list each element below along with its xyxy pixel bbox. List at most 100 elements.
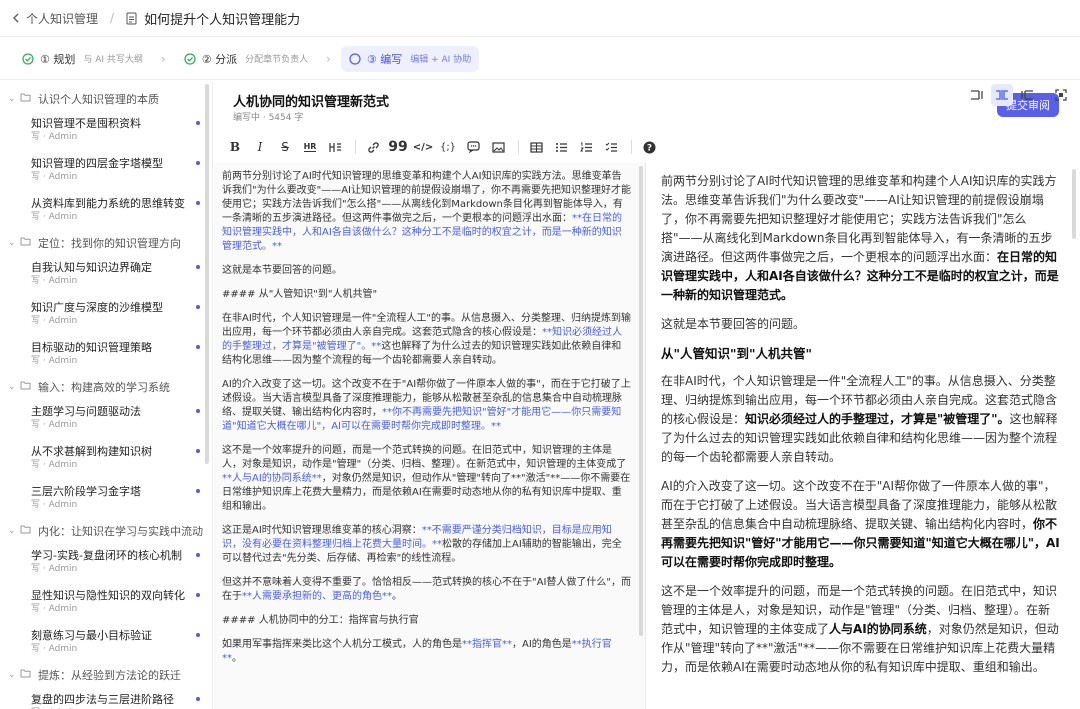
editor-text: 前两节分别讨论了AI时代知识管理的思维变革和构建个人AI知识库的实践方法。思维变… [222, 171, 631, 224]
chevron-down-icon[interactable]: ⌄ [8, 526, 20, 536]
preview-bold-text: 人与AI的协同系统 [829, 622, 927, 636]
preview-text: AI的介入改变了这一切。这个改变不在于"AI帮你做了一件原本人做的事"，而在于它… [661, 479, 1058, 531]
outline-item-title: 主题学习与问题驱动法 [31, 405, 141, 418]
quote-icon[interactable]: 99 [387, 136, 409, 158]
table-icon[interactable] [525, 136, 547, 158]
outline-item[interactable]: 学习-实践-复盘闭环的核心机制写 · Admin [0, 545, 212, 585]
editor-paragraph[interactable]: 这不是一个效率提升的问题，而是一个范式转换的问题。在旧范式中，知识管理的主体是人… [222, 444, 631, 514]
markdown-bold-text: **指挥官** [462, 639, 512, 650]
chevron-down-icon[interactable]: ⌄ [8, 238, 20, 248]
editor-paragraph[interactable]: 这正是AI时代知识管理思维变革的核心洞察：**不需要严谨分类归档知识，目标是应用… [222, 524, 631, 566]
toolbar-separator [355, 140, 356, 154]
chevron-left-icon[interactable] [12, 13, 20, 23]
top-bar: 个人知识管理 / 如何提升个人知识管理能力 [0, 0, 1080, 37]
editor-text: 这就是本节要回答的问题。 [222, 265, 342, 276]
outline-item[interactable]: 知识管理不是囤积资料写 · Admin [0, 113, 212, 153]
outline-item-title: 知识管理的四层金字塔模型 [31, 157, 163, 170]
breadcrumb-separator: / [110, 11, 115, 25]
outline-item[interactable]: 复盘的四步法与三层进阶路径写 · Admin [0, 689, 212, 709]
outline-section[interactable]: ⌄ 内化：让知识在学习与实践中流动 [0, 521, 212, 541]
folder-icon [20, 381, 34, 393]
editor-paragraph[interactable]: 在非AI时代，个人知识管理是一件"全流程人工"的事。从信息摄入、分类整理、归纳提… [222, 312, 631, 368]
link-icon[interactable] [362, 136, 384, 158]
step-write-sub: 编辑 + AI 协助 [410, 55, 472, 65]
outline-item[interactable]: 刻意练习与最小目标验证写 · Admin [0, 625, 212, 665]
status-dot [196, 121, 200, 125]
view-split-icon[interactable] [991, 84, 1013, 106]
outline-item[interactable]: 从不求甚解到构建知识树写 · Admin [0, 441, 212, 481]
outline-item-title: 从不求甚解到构建知识树 [31, 445, 152, 458]
breadcrumb-parent-label: 个人知识管理 [26, 11, 99, 26]
editor-text: 这不是一个效率提升的问题，而是一个范式转换的问题。在旧范式中，知识管理的主体是人… [222, 445, 627, 470]
preview-scrollbar[interactable] [1072, 169, 1076, 239]
editor-text: 如果用军事指挥来类比这个人机分工模式，人的角色是 [222, 639, 462, 650]
preview-paragraph: 这不是一个效率提升的问题，而是一个范式转换的问题。在旧范式中，知识管理的主体是人… [661, 582, 1062, 677]
markdown-bold-text: **人需要承担新的、更高的角色** [242, 591, 392, 602]
section-header: 人机协同的知识管理新范式 编写中 · 5454 字 提交审阅 [214, 81, 1080, 129]
workflow-steps: ① 规划 与 AI 共写大纲 › ② 分派 分配章节负责人 › ③ 编写 编辑 … [0, 38, 1080, 80]
comment-icon[interactable] [462, 136, 484, 158]
horizontal-rule-icon[interactable]: HR [299, 136, 321, 158]
outline-item[interactable]: 主题学习与问题驱动法写 · Admin [0, 401, 212, 441]
editor-paragraph[interactable]: AI的介入改变了这一切。这个改变不在于"AI帮你做了一件原本人做的事"，而在于它… [222, 378, 631, 434]
status-dot [196, 201, 200, 205]
editor-paragraph[interactable]: 前两节分别讨论了AI时代知识管理的思维变革和构建个人AI知识库的实践方法。思维变… [222, 170, 631, 254]
bullet-list-icon[interactable] [550, 136, 572, 158]
outline-item-meta: 写 · Admin [31, 460, 78, 470]
editor-paragraph[interactable]: 这就是本节要回答的问题。 [222, 264, 631, 278]
outline-section-title: 认识个人知识管理的本质 [38, 93, 159, 106]
step-assign-label: ② 分派 [201, 52, 238, 66]
editor-paragraph[interactable]: 但这并不意味着人变得不重要了。恰恰相反——范式转换的核心不在于"AI替人做了什么… [222, 576, 631, 604]
task-list-icon[interactable] [600, 136, 622, 158]
strikethrough-icon[interactable]: S [274, 136, 296, 158]
help-icon[interactable]: ? [638, 136, 660, 158]
outline-item-title: 复盘的四步法与三层进阶路径 [31, 693, 174, 706]
chevron-down-icon[interactable]: ⌄ [8, 670, 20, 680]
outline-item[interactable]: 从资料库到能力系统的思维转变写 · Admin [0, 193, 212, 233]
ordered-list-icon[interactable] [575, 136, 597, 158]
fullscreen-icon[interactable] [1050, 84, 1072, 106]
heading-icon[interactable] [324, 136, 346, 158]
outline-item-title: 自我认知与知识边界确定 [31, 261, 152, 274]
outline-item[interactable]: 自我认知与知识边界确定写 · Admin [0, 257, 212, 297]
markdown-editor[interactable]: 前两节分别讨论了AI时代知识管理的思维变革和构建个人AI知识库的实践方法。思维变… [214, 163, 646, 709]
preview-text: 从"人管知识"到"人机共管" [661, 346, 813, 361]
code-block-icon[interactable]: {;} [437, 136, 459, 158]
italic-icon[interactable]: I [249, 136, 271, 158]
chevron-down-icon[interactable]: ⌄ [8, 94, 20, 104]
outline-item[interactable]: 目标驱动的知识管理策略写 · Admin [0, 337, 212, 377]
outline-section[interactable]: ⌄ 认识个人知识管理的本质 [0, 89, 212, 109]
view-editor-only-icon[interactable] [966, 84, 988, 106]
outline-section[interactable]: ⌄ 输入：构建高效的学习系统 [0, 377, 212, 397]
editor-paragraph[interactable]: 如果用军事指挥来类比这个人机分工模式，人的角色是**指挥官**，AI的角色是**… [222, 638, 631, 666]
step-assign[interactable]: ② 分派 分配章节负责人 [176, 46, 316, 72]
preview-heading: 从"人管知识"到"人机共管" [661, 344, 1062, 363]
bold-icon[interactable]: B [224, 136, 246, 158]
breadcrumb-parent[interactable]: 个人知识管理 [12, 10, 98, 27]
outline-item-title: 刻意练习与最小目标验证 [31, 629, 152, 642]
folder-icon [20, 669, 34, 681]
code-icon[interactable]: </> [412, 136, 434, 158]
editor-scrollbar[interactable] [639, 166, 643, 636]
outline-section[interactable]: ⌄ 定位：找到你的知识管理方向 [0, 233, 212, 253]
markdown-preview: 前两节分别讨论了AI时代知识管理的思维变革和构建个人AI知识库的实践方法。思维变… [647, 163, 1080, 709]
editor-paragraph[interactable]: #### 人机协同中的分工：指挥官与执行官 [222, 614, 631, 628]
step-write[interactable]: ③ 编写 编辑 + AI 协助 [340, 45, 480, 72]
outline-item[interactable]: 知识广度与深度的沙维模型写 · Admin [0, 297, 212, 337]
image-icon[interactable] [487, 136, 509, 158]
breadcrumb-current: 如何提升个人知识管理能力 [126, 9, 300, 28]
editor-paragraph[interactable]: #### 从"人管知识"到"人机共管" [222, 288, 631, 302]
editor-text: #### 从"人管知识"到"人机共管" [222, 289, 378, 300]
outline-section[interactable]: ⌄ 提炼：从经验到方法论的跃迁 [0, 665, 212, 685]
view-preview-only-icon[interactable] [1016, 84, 1038, 106]
outline-item[interactable]: 显性知识与隐性知识的双向转化写 · Admin [0, 585, 212, 625]
step-plan-label: ① 规划 [40, 52, 76, 66]
folder-icon [20, 93, 34, 105]
editor-text: 。 [392, 591, 402, 602]
sidebar-scrollbar[interactable] [205, 84, 209, 464]
outline-item[interactable]: 知识管理的四层金字塔模型写 · Admin [0, 153, 212, 193]
outline-sidebar: ⌄ 认识个人知识管理的本质 知识管理不是囤积资料写 · Admin 知识管理的四层金字… [0, 81, 213, 709]
step-plan[interactable]: ① 规划 与 AI 共写大纲 [14, 46, 151, 72]
outline-item[interactable]: 三层六阶段学习金字塔写 · Admin [0, 481, 212, 521]
chevron-down-icon[interactable]: ⌄ [8, 382, 20, 392]
